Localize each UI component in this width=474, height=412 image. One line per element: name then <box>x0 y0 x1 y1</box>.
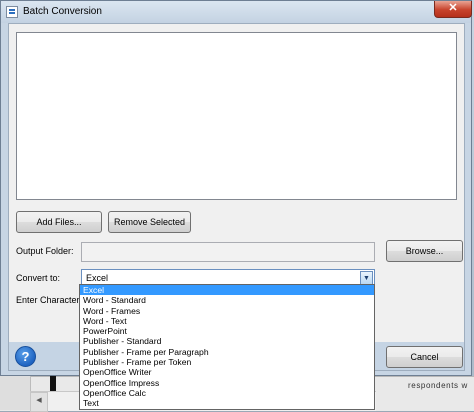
dropdown-option-excel[interactable]: Excel <box>80 285 374 296</box>
convert-to-dropdown-list[interactable]: Excel Word - Standard Word - Frames Word… <box>79 284 375 410</box>
file-list[interactable] <box>16 32 457 200</box>
background-left-panel <box>0 376 31 410</box>
dropdown-option-word-text[interactable]: Word - Text <box>80 316 374 326</box>
dropdown-option-openoffice-writer[interactable]: OpenOffice Writer <box>80 367 374 377</box>
cancel-button[interactable]: Cancel <box>386 346 463 368</box>
app-icon <box>6 6 18 18</box>
dropdown-option-word-frames[interactable]: Word - Frames <box>80 306 374 316</box>
dropdown-option-openoffice-calc[interactable]: OpenOffice Calc <box>80 388 374 398</box>
add-files-button[interactable]: Add Files... <box>16 211 102 233</box>
dropdown-option-publisher-frame-per-paragraph[interactable]: Publisher - Frame per Paragraph <box>80 347 374 357</box>
convert-to-value: Excel <box>86 273 109 283</box>
output-folder-label: Output Folder: <box>16 246 74 256</box>
scroll-left-arrow-icon[interactable]: ◀ <box>30 392 48 412</box>
dropdown-option-publisher-standard[interactable]: Publisher - Standard <box>80 336 374 346</box>
help-icon[interactable]: ? <box>15 346 36 367</box>
convert-to-label: Convert to: <box>16 273 61 283</box>
dropdown-option-powerpoint[interactable]: PowerPoint <box>80 326 374 336</box>
enter-characters-label: Enter Characters <box>16 295 85 305</box>
dropdown-option-publisher-frame-per-token[interactable]: Publisher - Frame per Token <box>80 357 374 367</box>
dropdown-option-openoffice-impress[interactable]: OpenOffice Impress <box>80 378 374 388</box>
remove-selected-button[interactable]: Remove Selected <box>108 211 191 233</box>
dropdown-option-text[interactable]: Text <box>80 398 374 408</box>
output-folder-field[interactable] <box>81 242 375 262</box>
window-title: Batch Conversion <box>23 6 102 17</box>
background-text: respondents w <box>408 381 468 390</box>
title-bar[interactable]: Batch Conversion ✕ <box>1 1 472 23</box>
browse-button[interactable]: Browse... <box>386 240 463 262</box>
close-button[interactable]: ✕ <box>434 1 472 18</box>
dropdown-option-word-standard[interactable]: Word - Standard <box>80 295 374 305</box>
